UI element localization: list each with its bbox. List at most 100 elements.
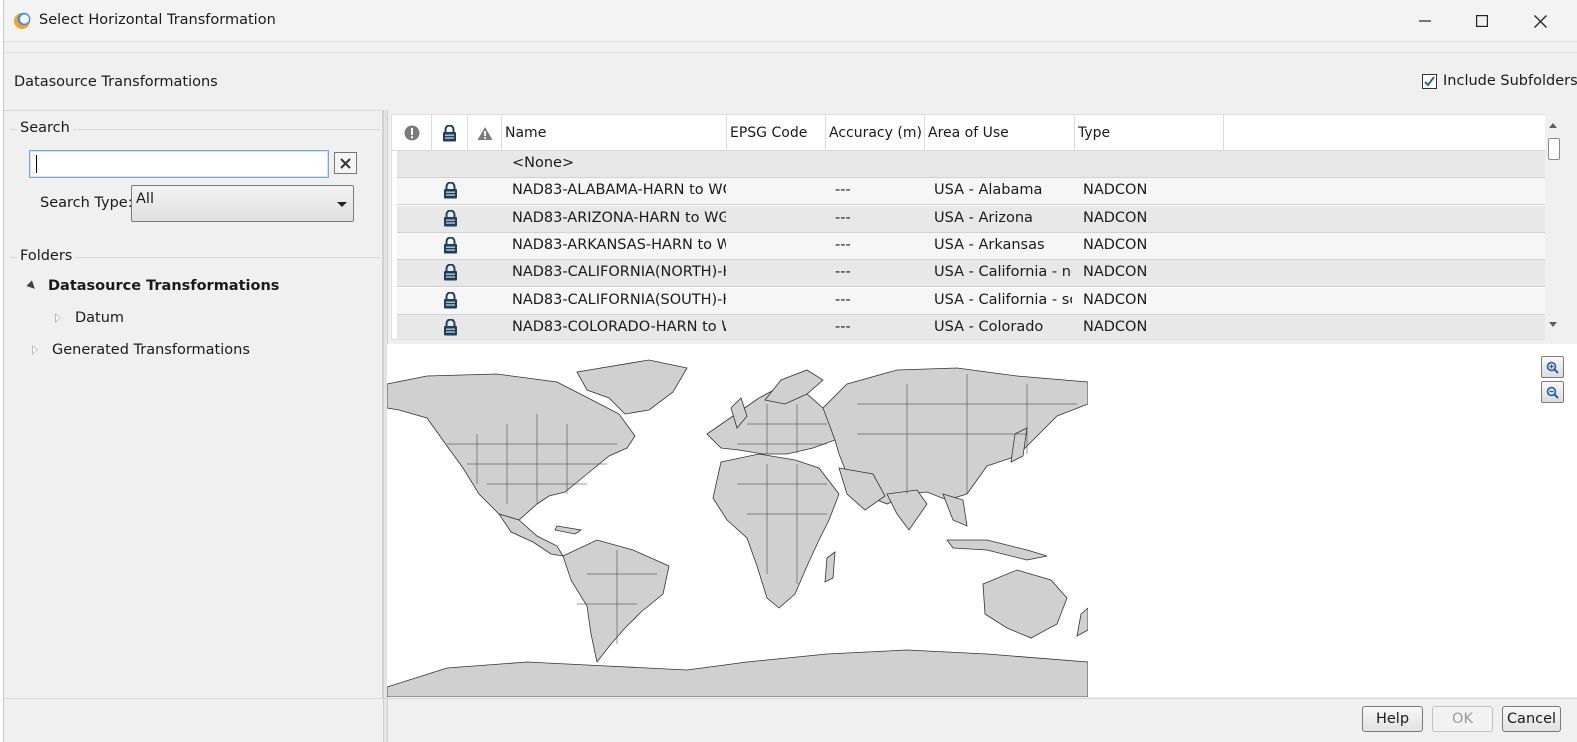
grid-header: Name EPSG Code Accuracy (m) Area of Use … — [392, 115, 1547, 151]
button-bar: Help OK Cancel — [4, 698, 1577, 742]
clear-x-icon — [340, 157, 351, 169]
table-row[interactable]: NAD83-CALIFORNIA(SOUTH)-H --- USA - Califo… — [397, 287, 1547, 315]
lock-icon — [444, 236, 457, 254]
zoom-in-button[interactable] — [1541, 356, 1564, 378]
table-row[interactable]: NAD83-COLORADO-HARN to W --- USA - Colorad… — [397, 314, 1547, 339]
search-type-value: All — [136, 191, 154, 207]
cell-area-of-use: USA - Colorado — [934, 318, 1044, 335]
cell-accuracy: --- — [835, 209, 851, 226]
column-header-lock[interactable] — [432, 115, 468, 151]
lock-cell — [443, 263, 459, 282]
lock-cell — [443, 209, 459, 228]
cell-area-of-use: USA - California - no — [934, 264, 1072, 281]
grid-vertical-scrollbar[interactable] — [1545, 114, 1563, 340]
cell-type: NADCON — [1083, 291, 1148, 308]
window-title: Select Horizontal Transformation — [39, 12, 276, 28]
cell-name: NAD83-ARKANSAS-HARN to W — [512, 236, 726, 253]
collapsed-arrow-icon[interactable] — [32, 345, 38, 355]
table-row[interactable]: NAD83-ALABAMA-HARN to WG --- USA - Alabama… — [397, 178, 1547, 206]
ok-button[interactable]: OK — [1432, 706, 1493, 732]
text-caret — [36, 155, 37, 173]
lock-cell — [443, 318, 459, 337]
map-toolbar — [1533, 344, 1577, 697]
dropdown-arrow-icon — [337, 202, 347, 207]
cell-name: <None> — [512, 155, 575, 171]
cell-area-of-use: USA - Arkansas — [934, 236, 1045, 253]
tree-item-datasource-transformations[interactable]: Datasource Transformations — [26, 278, 280, 294]
tree-item-label: Datum — [75, 310, 125, 326]
column-header-accuracy[interactable]: Accuracy (m) — [826, 115, 925, 151]
clear-search-button[interactable] — [334, 152, 357, 174]
close-button[interactable] — [1511, 0, 1569, 42]
cell-accuracy: --- — [835, 291, 851, 308]
transformations-grid: Name EPSG Code Accuracy (m) Area of Use … — [391, 114, 1561, 340]
cell-type: NADCON — [1083, 209, 1148, 226]
cell-name: NAD83-CALIFORNIA(SOUTH)-H — [512, 291, 726, 308]
cell-type: NADCON — [1083, 318, 1148, 335]
expanded-arrow-icon[interactable] — [26, 280, 38, 292]
lock-cell — [443, 181, 459, 200]
lock-cell — [443, 291, 459, 310]
help-button[interactable]: Help — [1362, 706, 1423, 732]
lock-icon — [444, 209, 457, 227]
checkbox-box[interactable] — [1422, 73, 1437, 89]
include-subfolders-checkbox[interactable]: Include Subfolders — [1422, 73, 1577, 89]
checkmark-icon — [1424, 75, 1435, 86]
cell-name: NAD83-CALIFORNIA(NORTH)-H — [512, 264, 726, 281]
column-header-epsg-code[interactable]: EPSG Code — [727, 115, 826, 151]
datasource-label: Datasource Transformations — [14, 74, 218, 90]
title-bar[interactable]: Select Horizontal Transformation — [4, 0, 1577, 42]
cell-type: NADCON — [1083, 182, 1148, 199]
column-header-warning[interactable] — [468, 115, 502, 151]
cell-area-of-use: USA - Arizona — [934, 209, 1033, 226]
scrollbar-thumb[interactable] — [1548, 138, 1560, 160]
column-header-type[interactable]: Type — [1075, 115, 1224, 151]
cell-type: NADCON — [1083, 236, 1148, 253]
scroll-down-arrow-icon[interactable] — [1549, 322, 1557, 327]
maximize-icon — [1476, 15, 1488, 27]
cell-accuracy: --- — [835, 264, 851, 281]
search-input[interactable] — [29, 150, 329, 178]
tree-item-generated-transformations[interactable]: Generated Transformations — [32, 342, 250, 358]
zoom-in-icon — [1546, 361, 1559, 374]
cell-name: NAD83-COLORADO-HARN to W — [512, 318, 726, 335]
cell-accuracy: --- — [835, 318, 851, 335]
scroll-up-arrow-icon[interactable] — [1549, 123, 1557, 128]
search-group-label: Search — [17, 120, 73, 136]
cell-name: NAD83-ALABAMA-HARN to WG — [512, 182, 726, 199]
column-header-name[interactable]: Name — [502, 115, 727, 151]
folders-group-label: Folders — [17, 248, 76, 264]
world-map[interactable] — [387, 344, 1088, 697]
cell-accuracy: --- — [835, 236, 851, 253]
zoom-out-icon — [1546, 386, 1559, 399]
tree-item-datum[interactable]: Datum — [55, 310, 124, 326]
table-row[interactable]: NAD83-ARIZONA-HARN to WG --- USA - Arizona… — [397, 205, 1547, 233]
maximize-button[interactable] — [1453, 0, 1511, 42]
lock-icon — [444, 263, 457, 281]
table-row[interactable]: NAD83-ARKANSAS-HARN to W --- USA - Arkansa… — [397, 232, 1547, 260]
include-subfolders-label: Include Subfolders — [1443, 73, 1577, 89]
search-type-label: Search Type: — [40, 195, 133, 211]
collapsed-arrow-icon[interactable] — [55, 313, 61, 323]
column-header-status[interactable] — [392, 115, 432, 151]
map-view[interactable] — [387, 344, 1533, 697]
search-type-dropdown[interactable]: All — [131, 185, 354, 222]
exclamation-icon — [404, 125, 419, 141]
header-bar: Datasource Transformations Include Subfo… — [4, 52, 1577, 110]
column-header-area-of-use[interactable]: Area of Use — [925, 115, 1075, 151]
minimize-button[interactable] — [1396, 0, 1454, 42]
lock-icon — [444, 291, 457, 308]
table-row[interactable]: <None> — [397, 151, 1547, 178]
zoom-out-button[interactable] — [1541, 381, 1564, 403]
lock-icon — [444, 181, 457, 199]
tree-item-label: Datasource Transformations — [48, 278, 280, 294]
table-row[interactable]: NAD83-CALIFORNIA(NORTH)-H --- USA - Califo… — [397, 260, 1547, 288]
cell-area-of-use: USA - California - so — [934, 291, 1072, 308]
tree-item-label: Generated Transformations — [52, 342, 250, 358]
cell-name: NAD83-ARIZONA-HARN to WG — [512, 209, 726, 226]
warning-icon — [477, 126, 492, 140]
close-icon — [1533, 14, 1547, 28]
lock-cell — [443, 236, 459, 255]
app-logo-icon — [14, 12, 31, 29]
cancel-button[interactable]: Cancel — [1502, 706, 1561, 732]
